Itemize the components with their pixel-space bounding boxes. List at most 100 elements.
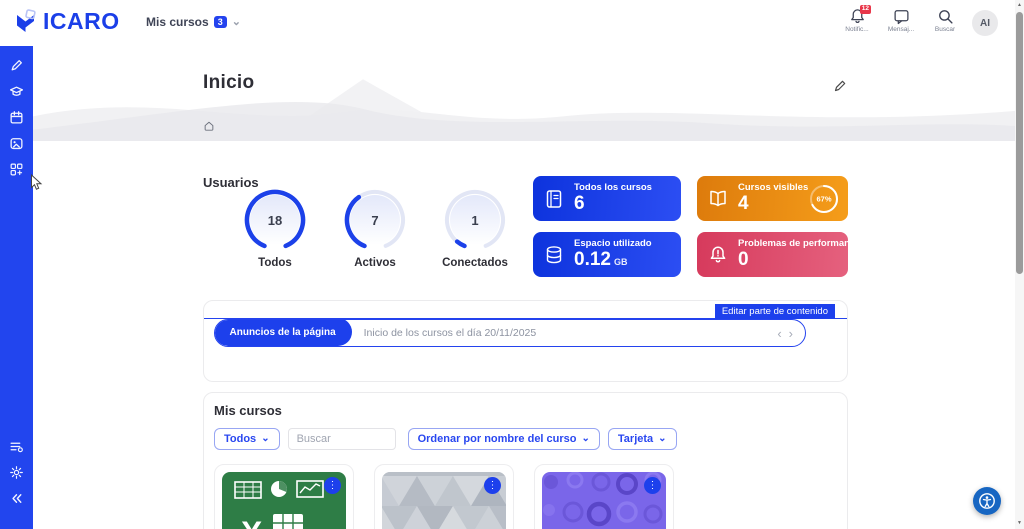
- gauge-todos: 18 Todos: [234, 188, 316, 269]
- course-menu-button[interactable]: ⋮: [644, 477, 661, 494]
- messages-button[interactable]: Mensaj...: [884, 8, 918, 33]
- next-announcement-icon[interactable]: ›: [789, 327, 793, 340]
- visible-percentage-text: 67%: [816, 194, 831, 203]
- banner-waves: [33, 69, 1024, 141]
- logo[interactable]: ICARO: [12, 8, 120, 35]
- metric-unit: GB: [614, 258, 628, 267]
- alert-bell-icon: [707, 244, 729, 266]
- notifications-button[interactable]: 12 Notific...: [840, 8, 874, 33]
- accessibility-button[interactable]: [973, 487, 1001, 515]
- metric-value: 0: [738, 250, 749, 270]
- breadcrumb-home-icon[interactable]: [203, 120, 215, 132]
- chevron-down-icon: ⌄: [232, 17, 241, 28]
- course-card-2[interactable]: ⋮: [374, 464, 514, 529]
- app-screen: ICARO Mis cursos 3 ⌄ 12 Notific...: [0, 0, 1024, 529]
- gauge-conectados: 1 Conectados: [434, 188, 516, 269]
- metric-card-todos-los-cursos[interactable]: Todos los cursos 6: [533, 176, 681, 221]
- open-book-icon: [707, 188, 729, 210]
- avatar[interactable]: AI: [972, 10, 998, 36]
- messages-label: Mensaj...: [888, 26, 914, 33]
- my-courses-count-badge: 3: [214, 16, 227, 28]
- my-courses-heading: Mis cursos: [214, 403, 837, 418]
- page-scrollbar: ▲ ▼: [1015, 0, 1024, 529]
- metric-card-problemas-performance[interactable]: Problemas de performance 0: [697, 232, 848, 277]
- page-title: Inicio: [203, 72, 254, 94]
- users-gauges: 18 Todos 7 Activos 1: [234, 188, 516, 269]
- logo-icon: [12, 8, 39, 35]
- announcements-bar: Anuncios de la página Inicio de los curs…: [214, 319, 806, 347]
- announcement-message: Inicio de los cursos el día 20/11/2025: [364, 327, 537, 339]
- list-settings-icon[interactable]: [9, 439, 24, 454]
- dots-vertical-icon: ⋮: [488, 480, 498, 491]
- gear-icon[interactable]: [9, 465, 24, 480]
- notifications-label: Notific...: [845, 26, 868, 33]
- announcements-section: Editar parte de contenido Anuncios de la…: [203, 300, 848, 382]
- nav-my-courses[interactable]: Mis cursos 3 ⌄: [146, 15, 241, 29]
- course-menu-button[interactable]: ⋮: [324, 477, 341, 494]
- sort-dropdown[interactable]: Ordenar por nombre del curso ⌄: [408, 428, 600, 450]
- message-icon: [893, 8, 910, 25]
- metric-value: 4: [738, 194, 749, 214]
- metric-value: 6: [574, 194, 585, 214]
- search-label: Buscar: [935, 26, 955, 33]
- edit-pencil-icon[interactable]: [9, 58, 24, 73]
- gauge-activos-value: 7: [343, 188, 407, 252]
- avatar-initials: AI: [980, 18, 990, 29]
- logo-text: ICARO: [43, 8, 120, 35]
- calendar-icon[interactable]: [9, 110, 24, 125]
- gauge-conectados-label: Conectados: [442, 257, 508, 269]
- metric-cards: Todos los cursos 6 Cursos visibles 4 67%: [533, 176, 848, 277]
- graduation-cap-icon[interactable]: [9, 84, 24, 99]
- scroll-down-arrow[interactable]: ▼: [1015, 520, 1024, 526]
- filter-all-dropdown[interactable]: Todos ⌄: [214, 428, 280, 450]
- course-card-3[interactable]: ⋮: [534, 464, 674, 529]
- prev-announcement-icon[interactable]: ‹: [777, 327, 781, 340]
- collapse-sidebar-icon[interactable]: [9, 491, 24, 506]
- course-image-circles: ⋮: [542, 472, 666, 529]
- accessibility-icon: [978, 492, 996, 510]
- my-courses-section: Mis cursos Todos ⌄ Ordenar por nombre de…: [203, 392, 848, 529]
- filter-all-label: Todos: [224, 433, 256, 445]
- dots-vertical-icon: ⋮: [648, 480, 658, 491]
- nav-my-courses-label: Mis cursos: [146, 15, 209, 29]
- edit-page-pencil-icon[interactable]: [833, 79, 847, 93]
- media-files-icon[interactable]: [9, 136, 24, 151]
- course-search-input[interactable]: [288, 428, 396, 450]
- metric-value: 0.12: [574, 250, 611, 270]
- view-dropdown[interactable]: Tarjeta ⌄: [608, 428, 677, 450]
- course-image-excel: X ⋮: [222, 472, 346, 529]
- blocks-grid-plus-icon[interactable]: [9, 162, 24, 177]
- metric-card-espacio-utilizado[interactable]: Espacio utilizado 0.12GB: [533, 232, 681, 277]
- scrollbar-thumb[interactable]: [1016, 12, 1023, 274]
- gauge-activos-label: Activos: [354, 257, 396, 269]
- course-card-1[interactable]: X ⋮: [214, 464, 354, 529]
- view-label: Tarjeta: [618, 433, 653, 445]
- metric-label: Todos los cursos: [574, 183, 652, 194]
- gauge-conectados-value: 1: [443, 188, 507, 252]
- announcement-nav: ‹ ›: [777, 327, 805, 340]
- gauge-activos: 7 Activos: [334, 188, 416, 269]
- chevron-down-icon: ⌄: [658, 434, 666, 444]
- book-icon: [543, 188, 565, 210]
- chevron-down-icon: ⌄: [582, 434, 590, 444]
- scroll-up-arrow[interactable]: ▲: [1015, 2, 1024, 8]
- top-header: ICARO Mis cursos 3 ⌄ 12 Notific...: [0, 0, 1024, 46]
- svg-text:X: X: [241, 515, 263, 529]
- chevron-down-icon: ⌄: [261, 434, 269, 444]
- course-menu-button[interactable]: ⋮: [484, 477, 501, 494]
- announcements-tab[interactable]: Anuncios de la página: [214, 319, 352, 346]
- course-cards-row: X ⋮: [214, 464, 837, 529]
- course-filters: Todos ⌄ Ordenar por nombre del curso ⌄ T…: [214, 428, 837, 450]
- sort-label: Ordenar por nombre del curso: [418, 433, 577, 445]
- course-image-poly: ⋮: [382, 472, 506, 529]
- search-button[interactable]: Buscar: [928, 8, 962, 33]
- visible-percentage-ring: 67%: [808, 183, 840, 215]
- metric-label: Problemas de performance: [738, 239, 838, 250]
- notifications-badge: 12: [860, 5, 871, 14]
- search-icon: [937, 8, 954, 25]
- sidebar: [0, 44, 33, 529]
- metric-card-cursos-visibles[interactable]: Cursos visibles 4 67%: [697, 176, 848, 221]
- database-icon: [543, 244, 565, 266]
- gauge-todos-value: 18: [243, 188, 307, 252]
- dots-vertical-icon: ⋮: [328, 480, 338, 491]
